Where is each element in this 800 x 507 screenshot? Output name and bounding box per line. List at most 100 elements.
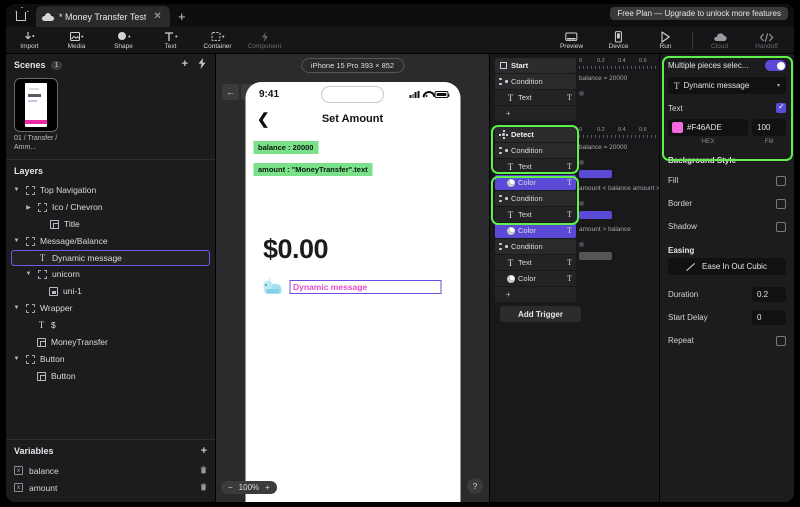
canvas-area[interactable]: iPhone 15 Pro 393 × 852 ← → 9:41 <box>216 54 489 502</box>
tool-container-label: Container <box>203 43 232 51</box>
layer-row[interactable]: ▼ unicorn <box>6 266 215 283</box>
close-icon[interactable]: ✕ <box>151 11 163 22</box>
trash-icon[interactable] <box>200 465 207 476</box>
scene-thumbnail[interactable] <box>14 78 58 132</box>
add-trigger-button[interactable]: Add Trigger <box>500 306 581 322</box>
background-fill-checkbox[interactable] <box>776 175 786 186</box>
phone-frame[interactable]: 9:41 ❮ Set Amount balance : 20000 amount… <box>245 82 460 502</box>
background-shadow-row[interactable]: Shadow <box>668 218 786 235</box>
add-variable-button[interactable]: + <box>201 445 207 457</box>
layer-row[interactable]: uni-1 <box>6 283 215 300</box>
layer-row[interactable]: ▼ Wrapper <box>6 300 215 317</box>
tool-device[interactable]: Device <box>595 29 642 51</box>
trigger-condition-row[interactable]: Condition <box>495 143 576 158</box>
color-swatch[interactable] <box>672 122 683 133</box>
layer-caret[interactable]: ▼ <box>12 187 21 193</box>
layer-row[interactable]: ▶ Ico / Chevron <box>6 199 215 216</box>
trigger-start-header[interactable]: Start <box>495 58 576 73</box>
layer-caret[interactable]: ▼ <box>12 238 21 244</box>
trigger-add-row[interactable]: + <box>495 287 576 302</box>
keyframe-dot[interactable] <box>579 242 584 247</box>
tool-import[interactable]: Import <box>6 29 53 51</box>
tool-component[interactable]: Component <box>241 29 288 51</box>
easing-select[interactable]: Ease In Out Cubic <box>668 258 786 275</box>
trigger-color-row[interactable]: Color T <box>495 175 576 190</box>
start-delay-input[interactable]: 0 <box>752 310 786 325</box>
trigger-color-row[interactable]: Color T <box>495 223 576 238</box>
trigger-detect-header[interactable]: Detect <box>495 127 576 142</box>
home-button[interactable] <box>6 5 36 27</box>
layer-row[interactable]: T $ <box>6 317 215 334</box>
background-border-row[interactable]: Border <box>668 195 786 212</box>
keyframe-bar[interactable] <box>579 170 612 178</box>
layer-caret[interactable]: ▼ <box>12 305 21 311</box>
trigger-text-row[interactable]: T Text T <box>495 159 576 174</box>
chevron-down-icon[interactable]: ▾ <box>777 82 780 89</box>
tool-text[interactable]: Text <box>147 29 194 51</box>
layer-row[interactable]: ▼ Message/Balance <box>6 233 215 250</box>
variable-row-balance[interactable]: x balance <box>6 462 215 479</box>
trigger-text-row[interactable]: T Text T <box>495 207 576 222</box>
tool-media[interactable]: Media <box>53 29 100 51</box>
tool-shape[interactable]: Shape <box>100 29 147 51</box>
trash-icon[interactable] <box>200 482 207 493</box>
keyframe-bar[interactable] <box>579 252 612 260</box>
multi-select-toggle[interactable] <box>765 60 786 71</box>
plus-icon[interactable]: + <box>506 290 511 299</box>
nav-back-button[interactable]: ← <box>222 84 239 100</box>
tool-container[interactable]: Container <box>194 29 241 51</box>
layer-row-dynamic-message[interactable]: T Dynamic message <box>11 249 210 266</box>
layer-row[interactable]: MoneyTransfer <box>6 334 215 351</box>
plus-icon[interactable]: + <box>506 109 511 118</box>
repeat-checkbox[interactable] <box>776 335 786 346</box>
add-scene-button[interactable]: + <box>182 58 188 72</box>
fill-opacity-field[interactable]: 100 <box>752 119 786 136</box>
layer-row[interactable]: Title <box>6 216 215 233</box>
background-fill-row[interactable]: Fill <box>668 172 786 189</box>
trigger-text-row[interactable]: T Text T <box>495 255 576 270</box>
bolt-icon[interactable] <box>197 58 207 72</box>
duration-input[interactable]: 0.2 <box>752 287 786 302</box>
trigger-text-row[interactable]: T Text T <box>495 90 576 105</box>
trigger-condition-row[interactable]: Condition <box>495 74 576 89</box>
trigger-add-row[interactable]: + <box>495 106 576 121</box>
scene-item[interactable]: 01 / Transfer / Amm... <box>14 78 58 153</box>
color-field-group: #F46ADE 100 <box>668 119 786 136</box>
help-button[interactable]: ? <box>467 478 483 494</box>
zoom-level-label[interactable]: 100% <box>239 483 259 492</box>
layer-caret[interactable]: ▶ <box>24 204 33 211</box>
repeat-row[interactable]: Repeat <box>668 332 786 349</box>
zoom-in-button[interactable]: + <box>265 483 270 492</box>
keyframe-dot[interactable] <box>579 160 584 165</box>
trigger-condition-row[interactable]: Condition <box>495 191 576 206</box>
layer-caret[interactable]: ▼ <box>24 271 33 277</box>
target-select[interactable]: T Dynamic message ▾ <box>668 77 786 94</box>
keyframe-dot[interactable] <box>579 201 584 206</box>
scene-label: 01 / Transfer / Amm... <box>14 135 58 151</box>
layer-row[interactable]: Button <box>6 368 215 385</box>
main-toolbar: Import Media Shape Text Container Compon… <box>6 27 794 54</box>
document-tab[interactable]: * Money Transfer Test ✕ <box>36 6 170 27</box>
text-enabled-checkbox[interactable] <box>776 102 786 113</box>
tool-handoff-label: Handoff <box>755 43 778 51</box>
zoom-out-button[interactable]: − <box>228 483 233 492</box>
keyframe-bar[interactable] <box>579 211 612 219</box>
layer-caret[interactable]: ▼ <box>12 356 21 362</box>
background-border-checkbox[interactable] <box>776 198 786 209</box>
new-tab-button[interactable]: + <box>170 6 194 27</box>
tool-run[interactable]: Run <box>642 29 689 51</box>
layer-row[interactable]: ▼ Top Navigation <box>6 182 215 199</box>
trigger-condition-row[interactable]: Condition <box>495 239 576 254</box>
device-size-pill[interactable]: iPhone 15 Pro 393 × 852 <box>300 58 405 73</box>
tool-cloud[interactable]: Cloud <box>696 29 743 51</box>
hex-field[interactable]: #F46ADE <box>668 119 748 136</box>
trigger-color-row[interactable]: Color T <box>495 271 576 286</box>
variable-row-amount[interactable]: x amount <box>6 479 215 496</box>
dynamic-message-text[interactable]: Dynamic message <box>289 280 441 294</box>
plan-upgrade-notice[interactable]: Free Plan — Upgrade to unlock more featu… <box>610 7 788 20</box>
tool-handoff[interactable]: Handoff <box>743 29 790 51</box>
layer-row[interactable]: ▼ Button <box>6 351 215 368</box>
keyframe-dot[interactable] <box>579 91 584 96</box>
background-shadow-checkbox[interactable] <box>776 221 786 232</box>
tool-preview[interactable]: Preview <box>548 29 595 51</box>
